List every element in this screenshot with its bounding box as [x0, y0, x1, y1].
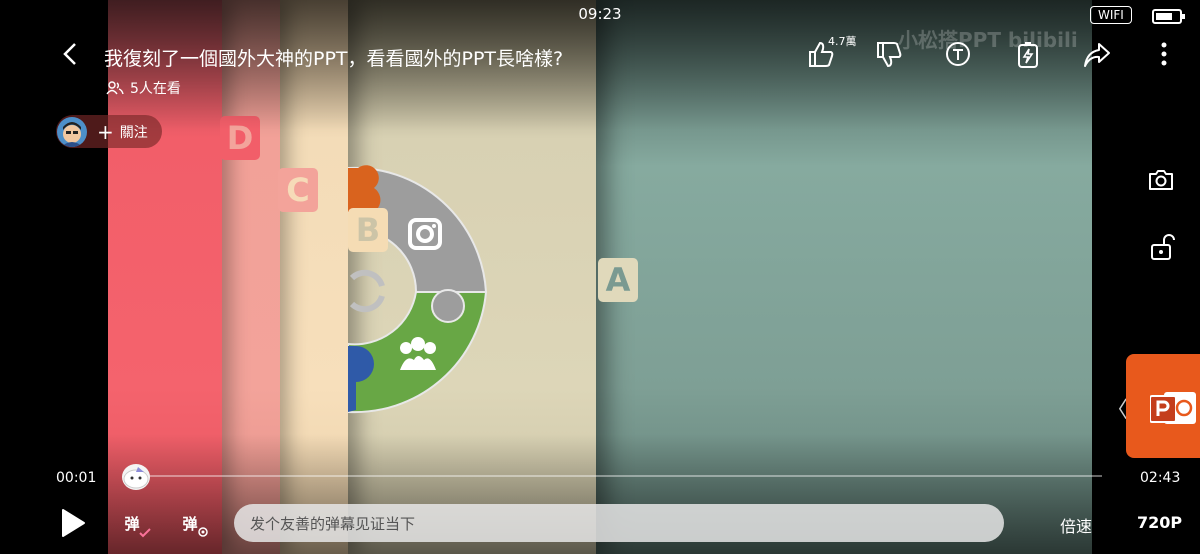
progress-bar[interactable] — [140, 475, 1102, 477]
uploader-avatar-icon — [61, 121, 83, 147]
wifi-indicator: WIFI — [1090, 6, 1132, 24]
danmaku-toggle-label: 弹 — [124, 514, 140, 533]
slide-tab-b: B — [348, 208, 388, 252]
danmaku-settings-label: 弹 — [182, 514, 198, 533]
more-button[interactable] — [1152, 40, 1176, 68]
video-frame[interactable]: A B C D 小松搭PPT bilibili — [108, 0, 1092, 554]
total-time: 02:43 — [1140, 470, 1181, 486]
viewers-icon — [106, 81, 124, 95]
charge-icon — [1018, 42, 1038, 68]
progress-handle[interactable] — [122, 464, 150, 490]
coin-button[interactable] — [944, 40, 972, 68]
chevron-left-side-icon[interactable]: 〈 — [1106, 392, 1128, 424]
viewer-count-label: 5人在看 — [130, 81, 181, 97]
avatar[interactable] — [57, 116, 87, 147]
slide-tab-a: A — [598, 258, 638, 302]
chevron-left-icon — [63, 43, 76, 65]
play-button[interactable] — [58, 508, 88, 538]
follow-label: 關注 — [119, 124, 148, 141]
follow-button[interactable]: + 關注 — [56, 115, 162, 148]
plus-icon: + — [97, 119, 114, 144]
viewer-count: 5人在看 — [106, 78, 181, 98]
settings-gear-icon — [198, 527, 208, 537]
status-clock: 09:23 — [578, 5, 622, 23]
powerpoint-icon — [1150, 392, 1196, 424]
danmaku-toggle-button[interactable]: 弹 — [117, 510, 151, 538]
battery-icon — [1152, 9, 1185, 24]
thumbs-down-icon — [877, 42, 902, 68]
danmaku-on-check-icon — [139, 528, 151, 538]
screenshot-button[interactable] — [1146, 166, 1176, 194]
coin-icon — [946, 42, 970, 66]
dislike-button[interactable] — [874, 40, 904, 70]
powerpoint-promo-card[interactable] — [1126, 354, 1200, 458]
danmaku-input[interactable]: 发个友善的弹幕见证当下 — [234, 504, 1004, 542]
favorite-button[interactable] — [1014, 40, 1042, 70]
mascot-handle-icon — [123, 467, 149, 489]
like-count: 4.7萬 — [828, 35, 857, 48]
share-icon — [1084, 43, 1110, 67]
unlock-icon — [1151, 234, 1175, 260]
video-title: 我復刻了一個國外大神的PPT，看看國外的PPT長啥樣? — [104, 48, 564, 70]
share-button[interactable] — [1082, 40, 1112, 70]
slide-tab-c: C — [278, 168, 318, 212]
camera-icon — [1149, 170, 1173, 190]
back-button[interactable] — [58, 40, 82, 68]
quality-button[interactable]: 720P — [1137, 513, 1182, 532]
current-time: 00:01 — [56, 470, 97, 486]
more-vertical-icon — [1161, 42, 1167, 66]
lock-screen-button[interactable] — [1148, 232, 1176, 262]
puzzle-ring-graphic — [348, 165, 488, 414]
speed-button[interactable]: 倍速 — [1060, 513, 1092, 537]
play-icon — [62, 509, 85, 537]
video-watermark: 小松搭PPT bilibili — [898, 28, 1078, 52]
danmaku-settings-button[interactable]: 弹 — [175, 510, 208, 537]
